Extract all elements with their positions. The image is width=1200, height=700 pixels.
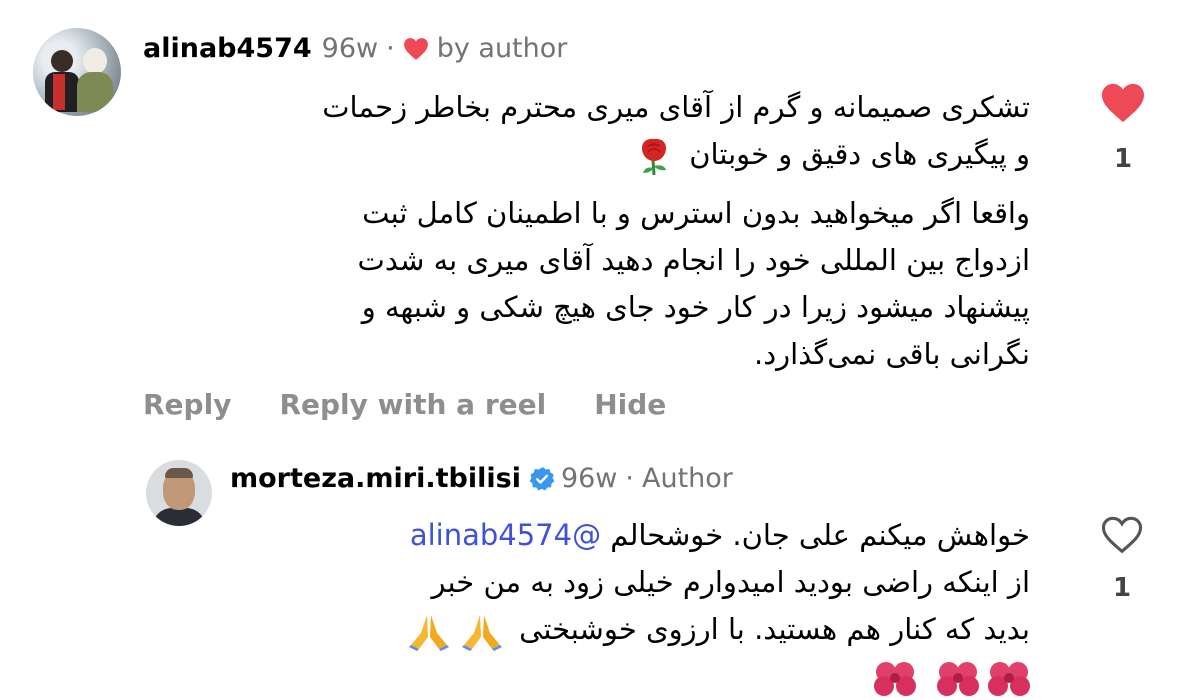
separator-dot: · xyxy=(625,463,634,494)
heart-filled-icon xyxy=(403,37,428,60)
like-count: 1 xyxy=(1112,573,1132,603)
like-count: 1 xyxy=(1113,144,1133,174)
verified-badge-icon xyxy=(529,466,555,490)
reply-line: از اینکه راضی بودید امیدوارم خیلی زود به… xyxy=(431,565,1030,599)
hide-button[interactable]: Hide xyxy=(594,388,666,421)
comment-line: ازدواج بین المللی خود را انجام دهید آقای… xyxy=(357,243,1030,277)
heart-filled-icon[interactable] xyxy=(1100,82,1146,124)
reply-emoji-line xyxy=(190,653,1030,700)
comment-line: و پیگیری های دقیق و خوبتان xyxy=(689,137,1030,171)
avatar-figure-sash xyxy=(53,74,65,110)
comment-username[interactable]: alinab4574 xyxy=(143,33,312,64)
reply-with-reel-button[interactable]: Reply with a reel xyxy=(279,388,546,421)
reply-username[interactable]: morteza.miri.tbilisi xyxy=(230,463,521,494)
avatar-figure-head xyxy=(51,50,73,72)
comment-text-paragraph-1: تشکری صمیمانه و گرم از آقای میری محترم ب… xyxy=(130,84,1030,178)
reply-like: 1 xyxy=(1100,515,1144,603)
avatar-hair xyxy=(165,468,193,478)
heart-outline-icon[interactable] xyxy=(1100,515,1144,555)
comment-like: 1 xyxy=(1100,82,1146,174)
reply-line-3: بدید که کنار هم هستید. با ارزوی خوشبختی xyxy=(190,606,1030,653)
reply-button[interactable]: Reply xyxy=(143,388,231,421)
comment-line: واقعا اگر میخواهید بدون استرس و با اطمین… xyxy=(362,196,1030,230)
folded-hands-emoji xyxy=(461,615,502,651)
comment-header: alinab4574 96w · by author xyxy=(143,33,567,64)
hibiscus-emoji xyxy=(873,662,916,696)
comment-line: تشکری صمیمانه و گرم از آقای میری محترم ب… xyxy=(322,90,1030,124)
comment-text-paragraph-2: واقعا اگر میخواهید بدون استرس و با اطمین… xyxy=(130,190,1030,378)
hibiscus-emoji xyxy=(988,662,1030,696)
reply-text: خواهش میکنم علی جان. خوشحالم @alinab4574… xyxy=(190,512,1030,700)
hibiscus-emoji xyxy=(936,662,979,696)
rose-emoji xyxy=(641,138,666,176)
comment-line: پیشنهاد میشود زیرا در کار خود جای هیچ شک… xyxy=(361,290,1030,324)
avatar-figure2-head xyxy=(83,48,107,74)
comment-age: 96w xyxy=(321,33,379,64)
mention-link[interactable]: @alinab4574 xyxy=(410,518,601,552)
author-label: Author xyxy=(642,463,733,494)
reply-age: 96w xyxy=(560,463,618,494)
liked-by-author-label: by author xyxy=(436,33,568,64)
separator-dot: · xyxy=(386,33,395,64)
reply-line-text: بدید که کنار هم هستید. با ارزوی خوشبختی xyxy=(519,612,1030,646)
comment-actions: Reply Reply with a reel Hide xyxy=(143,388,666,421)
avatar-figure2-body xyxy=(77,72,113,112)
commenter-avatar[interactable] xyxy=(33,28,121,116)
reply-header: morteza.miri.tbilisi 96w · Author xyxy=(230,463,733,494)
folded-hands-emoji xyxy=(408,615,449,651)
comment-line-with-emoji: و پیگیری های دقیق و خوبتان xyxy=(130,131,1030,178)
reply-line-1: خواهش میکنم علی جان. خوشحالم @alinab4574 xyxy=(190,512,1030,559)
comment-line: نگرانی باقی نمی‌گذارد. xyxy=(754,337,1030,371)
reply-line-text: خواهش میکنم علی جان. خوشحالم xyxy=(601,518,1030,552)
